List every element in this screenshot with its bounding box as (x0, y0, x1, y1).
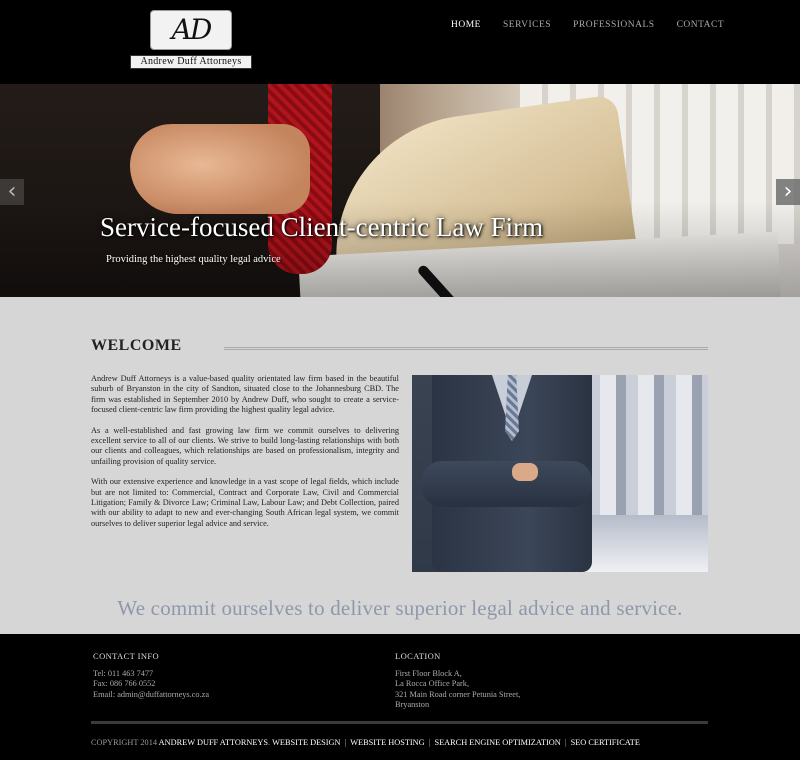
address-line: Bryanston (395, 700, 430, 710)
main-nav: HOME SERVICES PROFESSIONALS CONTACT (451, 20, 746, 30)
copyright-bar: COPYRIGHT 2014 ANDREW DUFF ATTORNEYS. WE… (91, 738, 640, 747)
businessman-photo (412, 375, 708, 572)
site-header: AD Andrew Duff Attorneys HOME SERVICES P… (0, 0, 800, 84)
logo[interactable]: AD Andrew Duff Attorneys (130, 10, 252, 70)
logo-monogram-box: AD (150, 10, 232, 50)
logo-name: Andrew Duff Attorneys (130, 55, 252, 69)
contact-email[interactable]: Email: admin@duffattorneys.co.za (93, 690, 209, 700)
copyright-dot: . (268, 738, 271, 747)
contact-fax: Fax: 086 766 0552 (93, 679, 156, 689)
heading-divider (224, 347, 708, 350)
contact-info-heading: CONTACT INFO (93, 651, 160, 661)
footer-separator: | (428, 738, 431, 747)
slider-prev-button[interactable]: ‹ (0, 179, 24, 205)
site-footer: CONTACT INFO Tel: 011 463 7477 Fax: 086 … (0, 634, 800, 760)
address-line: 321 Main Road corner Petunia Street, (395, 689, 521, 699)
footer-divider (91, 721, 708, 724)
footer-link-seo[interactable]: SEARCH ENGINE OPTIMIZATION (434, 738, 560, 747)
hero-slider: Service-focused Client-centric Law Firm … (0, 84, 800, 297)
footer-separator: | (344, 738, 347, 747)
welcome-heading: WELCOME (91, 337, 182, 354)
footer-separator: | (564, 738, 567, 747)
contact-info: Tel: 011 463 7477 Fax: 086 766 0552 Emai… (93, 669, 209, 700)
location-heading: LOCATION (395, 651, 441, 661)
address-line: La Rocca Office Park, (395, 679, 470, 689)
welcome-paragraph: With our extensive experience and knowle… (91, 477, 399, 528)
tagline: We commit ourselves to deliver superior … (117, 596, 683, 620)
chevron-left-icon: ‹ (7, 179, 17, 204)
nav-contact[interactable]: CONTACT (677, 20, 725, 30)
nav-services[interactable]: SERVICES (503, 20, 551, 30)
location-address: First Floor Block A, La Rocca Office Par… (395, 669, 520, 711)
copyright-company: ANDREW DUFF ATTORNEYS (158, 738, 269, 747)
footer-link-seo-certificate[interactable]: SEO CERTIFICATE (571, 738, 640, 747)
welcome-paragraph: As a well-established and fast growing l… (91, 425, 399, 466)
hero-title: Service-focused Client-centric Law Firm (100, 212, 544, 242)
nav-professionals[interactable]: PROFESSIONALS (573, 20, 654, 30)
copyright-prefix: COPYRIGHT 2014 (91, 738, 157, 747)
welcome-paragraph: Andrew Duff Attorneys is a value-based q… (91, 374, 399, 415)
contact-phone: Tel: 011 463 7477 (93, 669, 154, 678)
hero-subtitle: Providing the highest quality legal advi… (106, 254, 281, 265)
chevron-right-icon: › (783, 179, 793, 204)
welcome-text: Andrew Duff Attorneys is a value-based q… (91, 374, 399, 539)
logo-monogram: AD (171, 13, 213, 46)
footer-link-website-design[interactable]: WEBSITE DESIGN (272, 738, 340, 747)
slider-next-button[interactable]: › (776, 179, 800, 205)
address-line: First Floor Block A, (395, 669, 462, 678)
nav-home[interactable]: HOME (451, 20, 481, 30)
footer-link-website-hosting[interactable]: WEBSITE HOSTING (350, 738, 424, 747)
